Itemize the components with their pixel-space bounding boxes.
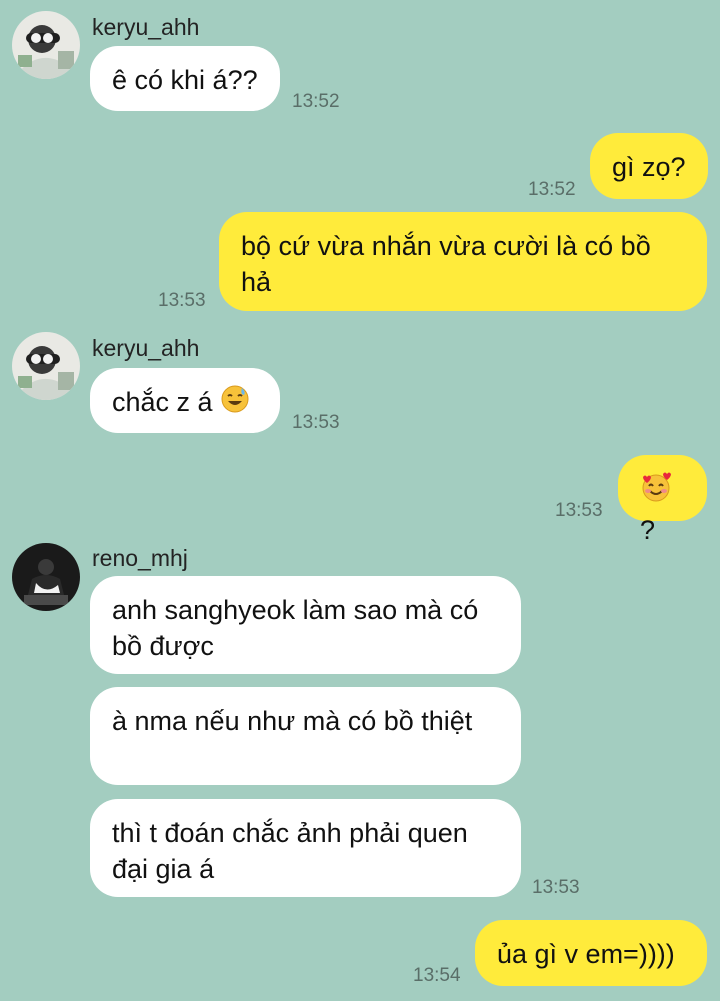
smiling-face-with-hearts-emoji-icon [640, 471, 672, 512]
message-text: ê có khi á?? [112, 65, 258, 95]
avatar-keryu[interactable] [12, 332, 80, 400]
message-bubble[interactable]: bộ cứ vừa nhắn vừa cười là có bồ hả [219, 212, 707, 311]
chat-thread: keryu_ahh ê có khi á?? 13:52 gì zọ? 13:5… [0, 0, 720, 1001]
message-time: 13:54 [413, 965, 461, 986]
message-text: à nma nếu như mà có bồ thiệt [112, 706, 473, 736]
message-bubble[interactable]: chắc z á [90, 368, 280, 433]
message-bubble[interactable]: gì zọ? [590, 133, 708, 199]
message-text: ? [640, 515, 656, 545]
message-bubble[interactable]: thì t đoán chắc ảnh phải quen đại gia á [90, 799, 521, 897]
message-text: gì zọ? [612, 152, 686, 182]
message-bubble[interactable]: ? [618, 455, 707, 545]
sender-name: keryu_ahh [92, 14, 200, 40]
sweat-smile-emoji-icon [220, 384, 250, 423]
message-bubble[interactable]: à nma nếu như mà có bồ thiệt [90, 687, 521, 785]
message-time: 13:53 [532, 877, 580, 898]
sender-name: keryu_ahh [92, 335, 200, 361]
message-time: 13:53 [555, 500, 603, 521]
sender-name: reno_mhj [92, 545, 188, 571]
message-bubble[interactable]: ê có khi á?? [90, 46, 280, 111]
avatar-reno[interactable] [12, 543, 80, 611]
message-time: 13:53 [158, 290, 206, 311]
message-time: 13:52 [528, 179, 576, 200]
message-text: thì t đoán chắc ảnh phải quen đại gia á [112, 818, 468, 884]
message-bubble[interactable]: anh sanghyeok làm sao mà có bồ được [90, 576, 521, 674]
message-text: chắc z á [112, 387, 213, 417]
avatar-keryu[interactable] [12, 11, 80, 79]
message-text: anh sanghyeok làm sao mà có bồ được [112, 595, 479, 661]
message-text: ủa gì v em=)))) [497, 939, 675, 969]
message-text: bộ cứ vừa nhắn vừa cười là có bồ hả [241, 231, 651, 297]
message-time: 13:52 [292, 91, 340, 112]
message-time: 13:53 [292, 412, 340, 433]
message-bubble[interactable]: ủa gì v em=)))) [475, 920, 707, 986]
